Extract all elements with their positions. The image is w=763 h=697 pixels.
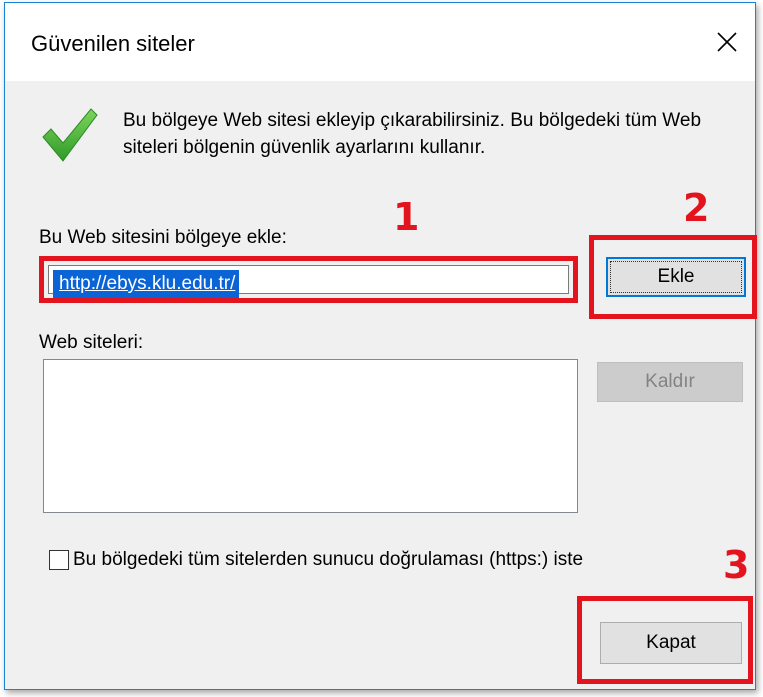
close-button[interactable]: Kapat [600, 622, 742, 664]
dialog-title: Güvenilen siteler [31, 31, 195, 56]
info-text: Bu bölgeye Web sitesi ekleyip çıkarabili… [123, 110, 702, 158]
trusted-sites-dialog: Güvenilen siteler Bu bölgeye Web sitesi … [4, 2, 757, 690]
remove-button[interactable]: Kaldır [597, 362, 743, 402]
close-window-button[interactable] [699, 3, 755, 81]
checkmark-icon [42, 108, 98, 162]
step2-highlight: Ekle [589, 235, 757, 319]
https-checkbox-row[interactable]: Bu bölgedeki tüm sitelerden sunucu doğru… [49, 549, 583, 571]
step2-number: 2 [683, 186, 710, 230]
step1-number: 1 [393, 195, 420, 239]
url-input[interactable]: http://ebys.klu.edu.tr/ [48, 265, 569, 298]
step3-highlight: Kapat [577, 596, 753, 684]
close-button-label: Kapat [646, 632, 696, 653]
url-input-value: http://ebys.klu.edu.tr/ [53, 270, 240, 298]
add-button[interactable]: Ekle [606, 257, 746, 297]
add-site-label: Bu Web sitesini bölgeye ekle: [39, 227, 287, 248]
focus-rect [610, 261, 742, 293]
title-bar: Güvenilen siteler [5, 3, 755, 81]
step1-highlight: http://ebys.klu.edu.tr/ [39, 256, 578, 303]
remove-button-label: Kaldır [645, 371, 695, 392]
close-icon [717, 32, 737, 52]
https-checkbox-label[interactable]: Bu bölgedeki tüm sitelerden sunucu doğru… [73, 549, 583, 571]
step3-number: 3 [723, 543, 750, 587]
sites-list-label: Web siteleri: [39, 332, 144, 353]
https-checkbox[interactable] [49, 550, 69, 570]
sites-list[interactable] [43, 359, 578, 513]
